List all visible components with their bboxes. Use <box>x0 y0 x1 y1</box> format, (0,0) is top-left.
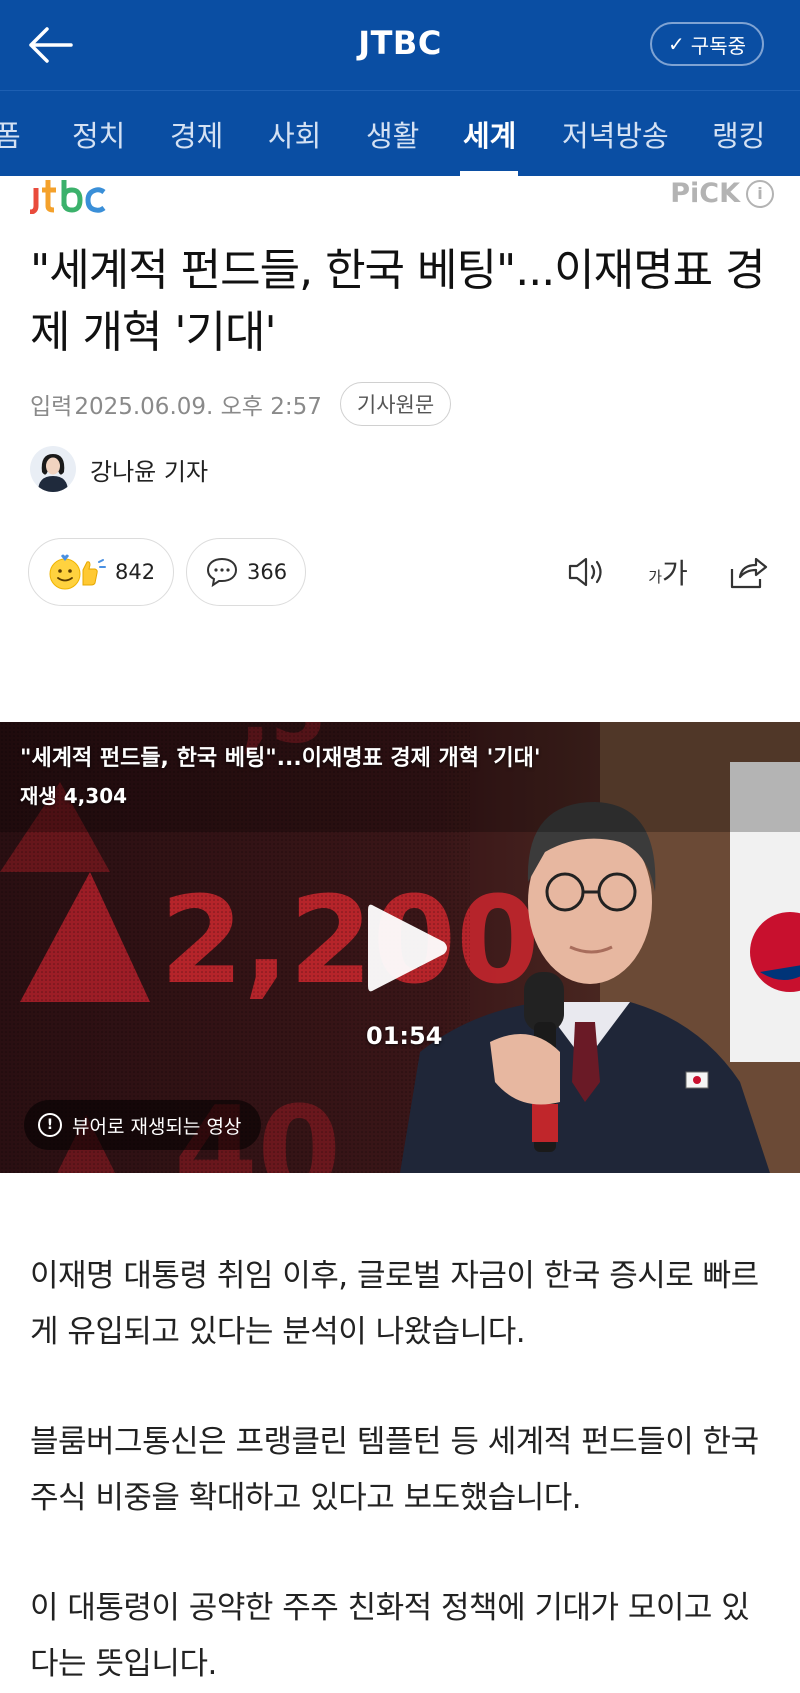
tab-prev[interactable]: 폼 <box>0 113 21 155</box>
date-label: 입력 <box>30 394 73 420</box>
tab-ranking[interactable]: 랭킹 <box>712 113 765 155</box>
reporter-avatar <box>30 446 76 492</box>
jtbc-logo[interactable] <box>30 176 110 214</box>
article-title: "세계적 펀드들, 한국 베팅"...이재명표 경제 개혁 '기대' <box>30 245 766 358</box>
font-size-large-glyph: 가 <box>662 557 688 590</box>
tab-world[interactable]: 세계 <box>463 113 516 155</box>
font-size-button[interactable]: 가 가 <box>640 548 696 596</box>
text-to-speech-button[interactable] <box>562 548 610 596</box>
category-tabs: 폼 정치 경제 사회 생활 세계 저녁방송 랭킹 <box>0 90 800 176</box>
smile-thumbs-up-icon <box>49 554 106 590</box>
original-article-button[interactable]: 기사원문 <box>339 382 452 426</box>
article-paragraph: 블룸버그통신은 프랭클린 템플턴 등 세계적 펀드들이 한국 주식 비중을 확대… <box>30 1424 759 1516</box>
info-icon: i <box>746 179 774 208</box>
article-paragraph: 이재명 대통령 취임 이후, 글로벌 자금이 한국 증시로 빠르게 유입되고 있… <box>30 1258 759 1350</box>
share-icon <box>730 557 768 589</box>
like-count: 842 <box>115 560 156 584</box>
pick-label: PiCK <box>670 178 740 209</box>
check-icon: ✓ <box>668 32 685 56</box>
video-duration: 01:54 <box>366 1022 443 1050</box>
video-play-count: 재생 4,304 <box>20 784 128 808</box>
active-tab-indicator <box>460 171 518 176</box>
subscribe-label: 구독중 <box>690 33 746 58</box>
font-size-small-glyph: 가 <box>648 567 663 586</box>
tab-politics[interactable]: 정치 <box>72 113 125 155</box>
exclamation-icon: ! <box>38 1113 62 1137</box>
viewer-playback-notice: ! 뷰어로 재생되는 영상 <box>24 1100 262 1150</box>
comment-count: 366 <box>247 560 288 584</box>
viewer-playback-text: 뷰어로 재생되는 영상 <box>72 1115 242 1138</box>
comment-bubble-icon <box>206 557 238 588</box>
reporter-row[interactable]: 강나윤 기자 <box>30 446 208 492</box>
tab-economy[interactable]: 경제 <box>170 113 223 155</box>
play-icon[interactable] <box>360 898 452 998</box>
reporter-name: 강나윤 기자 <box>90 457 209 486</box>
subscribe-button[interactable]: ✓ 구독중 <box>650 22 764 66</box>
publish-date: 2025.06.09. 오후 2:57 <box>74 394 322 420</box>
tab-life[interactable]: 생활 <box>366 113 419 155</box>
pick-badge[interactable]: PiCK i <box>670 178 774 209</box>
tab-evening-news[interactable]: 저녁방송 <box>562 113 669 155</box>
comment-button[interactable]: 366 <box>186 538 307 606</box>
speaker-icon <box>568 557 602 587</box>
like-reaction-button[interactable]: 842 <box>28 538 175 606</box>
article-meta: 입력 2025.06.09. 오후 2:57 기사원문 <box>30 382 452 426</box>
top-app-bar: JTBC ✓ 구독중 <box>0 0 800 90</box>
video-title: "세계적 펀드들, 한국 베팅"...이재명표 경제 개혁 '기대' <box>20 746 541 771</box>
article-paragraph: 이 대통령이 공약한 주주 친화적 정책에 기대가 모이고 있다는 뜻입니다. <box>30 1590 750 1682</box>
tab-society[interactable]: 사회 <box>268 113 321 155</box>
share-button[interactable] <box>724 548 772 596</box>
